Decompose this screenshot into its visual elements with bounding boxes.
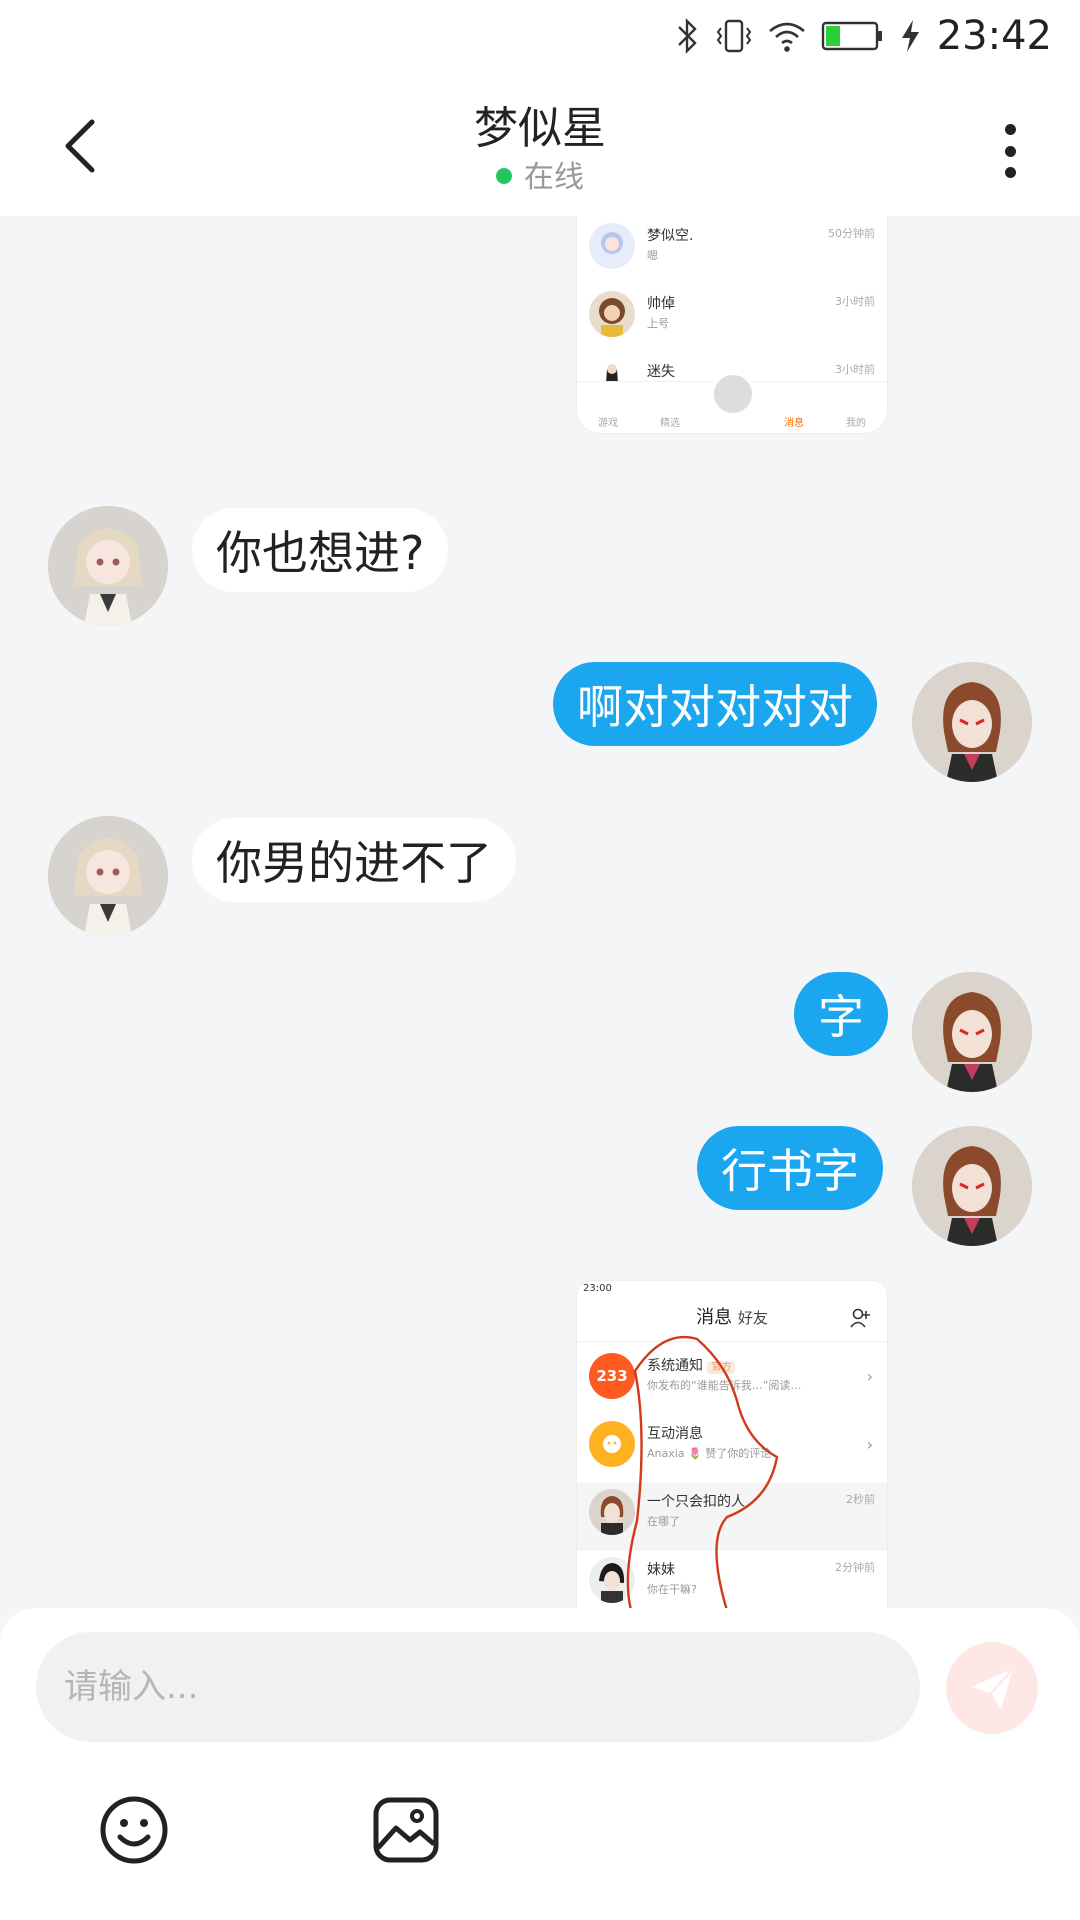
image-icon (373, 1797, 439, 1863)
red-scribble-annotation (626, 1335, 779, 1608)
status-icons: 23:42 (675, 10, 1052, 62)
message-bubble-outgoing[interactable]: 啊对对对对对 (553, 662, 877, 746)
image-button[interactable] (370, 1794, 442, 1866)
avatar (589, 223, 635, 269)
bluetooth-icon (677, 18, 697, 54)
vibrate-icon (716, 19, 751, 53)
clock: 23:42 (936, 13, 1052, 59)
message-input[interactable] (36, 1632, 920, 1742)
emoji-icon (100, 1796, 168, 1864)
avatar (589, 291, 635, 337)
message-bubble-outgoing[interactable]: 字 (794, 972, 888, 1056)
more-vertical-icon (1004, 124, 1016, 135)
avatar-self[interactable] (912, 662, 1032, 782)
online-dot-icon (496, 167, 512, 184)
mini-tab: 游戏 (598, 418, 618, 429)
more-dot (1004, 167, 1016, 178)
charging-icon (901, 20, 919, 52)
message-bubble-incoming[interactable]: 你男的进不了 (192, 818, 516, 902)
wifi-icon (768, 22, 805, 52)
image-message-message-list[interactable]: 23:00 消息 好友 233 系统通知 官方 你发布的“谁能告诉我…”阅读… … (576, 1280, 888, 1608)
mini-tab: 消息 (784, 418, 804, 429)
presence-status: 在线 (0, 152, 1080, 196)
emoji-button[interactable] (98, 1794, 170, 1866)
contact-name: 梦似星 (474, 103, 606, 154)
send-button[interactable] (946, 1642, 1038, 1734)
mini-center-avatar (711, 372, 755, 416)
message-bubble-incoming[interactable]: 你也想进? (192, 508, 449, 592)
battery-icon (821, 21, 882, 51)
image-message-friend-list[interactable]: 梦似空. 嗯 50分钟前 帅倬 上号 3小时前 迷失 3小时前 游戏 精选 消息… (576, 216, 888, 434)
mini-tab: 我的 (846, 418, 866, 429)
presence-label: 在线 (524, 160, 584, 195)
avatar-self[interactable] (912, 1126, 1032, 1246)
status-bar: 23:42 (0, 0, 1080, 72)
mini-tab: 精选 (660, 418, 680, 429)
list-item: 帅倬 上号 3小时前 (577, 285, 887, 353)
chat-header: 梦似星 在线 (0, 72, 1080, 216)
message-bubble-outgoing[interactable]: 行书字 (697, 1126, 883, 1210)
list-item: 梦似空. 嗯 50分钟前 (577, 217, 887, 285)
avatar-contact[interactable] (48, 816, 168, 936)
avatar-self[interactable] (912, 972, 1032, 1092)
avatar-contact[interactable] (48, 506, 168, 626)
composer (0, 1608, 1080, 1920)
more-dot (1004, 145, 1016, 157)
mini-tab-bar: 游戏 精选 消息 我的 (577, 372, 887, 433)
message-list[interactable]: 梦似空. 嗯 50分钟前 帅倬 上号 3小时前 迷失 3小时前 游戏 精选 消息… (0, 216, 1080, 1608)
mini-tab (707, 414, 757, 429)
send-icon (971, 1668, 1014, 1709)
more-options-button[interactable] (980, 116, 1040, 186)
